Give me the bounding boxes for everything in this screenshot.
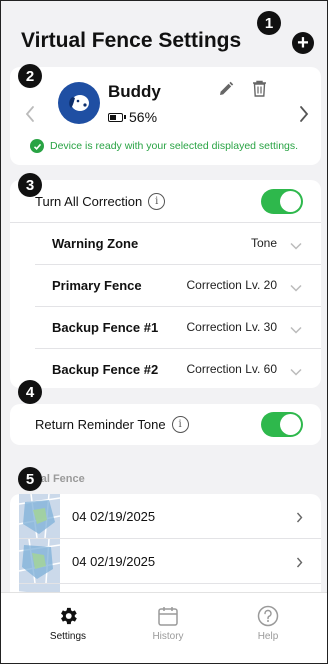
tab-help[interactable]: Help	[223, 605, 313, 642]
app-frame: Virtual Fence Settings + 1 2 3 4 5 Buddy…	[0, 0, 328, 664]
backup-fence-2-value: Correction Lv. 60	[186, 362, 278, 376]
warning-zone-value: Tone	[250, 236, 277, 250]
pencil-icon[interactable]	[218, 81, 234, 102]
dog-avatar	[58, 82, 100, 124]
primary-fence-row[interactable]: Primary Fence Correction Lv. 20	[10, 264, 321, 306]
fence-list-item[interactable]: 04 02/19/2025	[10, 539, 321, 583]
chevron-right-icon[interactable]	[296, 510, 303, 528]
backup-fence-2-label: Backup Fence #2	[52, 361, 159, 377]
chevron-down-icon[interactable]	[290, 280, 302, 295]
gear-icon	[61, 607, 77, 625]
return-reminder-row: Return Reminder Tone i	[10, 404, 321, 445]
dog-card: Buddy 56% Device is ready with your sele…	[10, 67, 321, 165]
device-ready-text: Device is ready with your selected displ…	[50, 140, 299, 152]
tab-settings[interactable]: Settings	[23, 605, 113, 642]
warning-zone-label: Warning Zone	[52, 235, 139, 251]
dog-icon	[69, 95, 89, 111]
add-fence-button[interactable]: +	[292, 32, 314, 54]
help-icon	[257, 605, 279, 627]
device-ready-status: Device is ready with your selected displ…	[30, 139, 298, 153]
battery-status: 56%	[108, 109, 157, 125]
primary-fence-value: Correction Lv. 20	[186, 278, 278, 292]
primary-fence-label: Primary Fence	[52, 277, 142, 293]
fence-map-thumbnail	[19, 539, 60, 583]
battery-icon	[108, 112, 126, 122]
chevron-down-icon[interactable]	[290, 364, 302, 379]
correction-settings-card: Turn All Correction i Warning Zone Tone …	[10, 180, 321, 388]
trash-icon[interactable]	[252, 80, 267, 102]
fence-date: 04 02/19/2025	[72, 508, 156, 524]
callout-badge-3: 3	[18, 173, 42, 197]
chevron-down-icon[interactable]	[290, 322, 302, 337]
calendar-icon	[158, 607, 178, 626]
info-icon[interactable]: i	[171, 416, 189, 433]
backup-fence-1-row[interactable]: Backup Fence #1 Correction Lv. 30	[10, 306, 321, 348]
warning-zone-row[interactable]: Warning Zone Tone	[10, 222, 321, 264]
backup-fence-2-row[interactable]: Backup Fence #2 Correction Lv. 60	[10, 348, 321, 390]
plus-icon: +	[297, 32, 309, 54]
chevron-left-icon[interactable]	[25, 105, 35, 128]
fence-date: 04 02/19/2025	[72, 553, 156, 569]
turn-all-correction-row: Turn All Correction i	[10, 180, 321, 222]
tab-help-label: Help	[257, 631, 279, 642]
virtual-fence-list: 04 02/19/2025 04 02/19/2025	[10, 494, 321, 604]
tab-history[interactable]: History	[123, 605, 213, 642]
tab-settings-label: Settings	[49, 631, 87, 642]
check-circle-icon	[30, 139, 44, 153]
dog-name: Buddy	[108, 82, 161, 101]
callout-badge-5: 5	[18, 467, 42, 491]
fence-map-thumbnail	[19, 494, 60, 538]
backup-fence-1-label: Backup Fence #1	[52, 319, 159, 335]
chevron-down-icon[interactable]	[290, 238, 302, 253]
return-reminder-label: Return Reminder Tone	[35, 417, 166, 432]
callout-badge-1: 1	[257, 11, 281, 35]
return-reminder-card: Return Reminder Tone i	[10, 404, 321, 445]
tab-history-label: History	[152, 631, 184, 642]
page-title: Virtual Fence Settings	[21, 29, 242, 52]
return-reminder-toggle[interactable]	[261, 412, 303, 437]
info-icon[interactable]: i	[148, 192, 166, 210]
fence-list-item[interactable]: 04 02/19/2025	[10, 494, 321, 538]
callout-badge-4: 4	[18, 380, 42, 404]
bottom-tab-bar: Settings History Help	[1, 592, 327, 663]
battery-percent: 56%	[129, 109, 158, 125]
turn-all-correction-label: Turn All Correction	[35, 193, 143, 209]
callout-badge-2: 2	[18, 64, 42, 88]
chevron-right-icon[interactable]	[299, 105, 309, 128]
backup-fence-1-value: Correction Lv. 30	[186, 320, 278, 334]
turn-all-correction-toggle[interactable]	[261, 189, 303, 214]
chevron-right-icon[interactable]	[296, 555, 303, 573]
